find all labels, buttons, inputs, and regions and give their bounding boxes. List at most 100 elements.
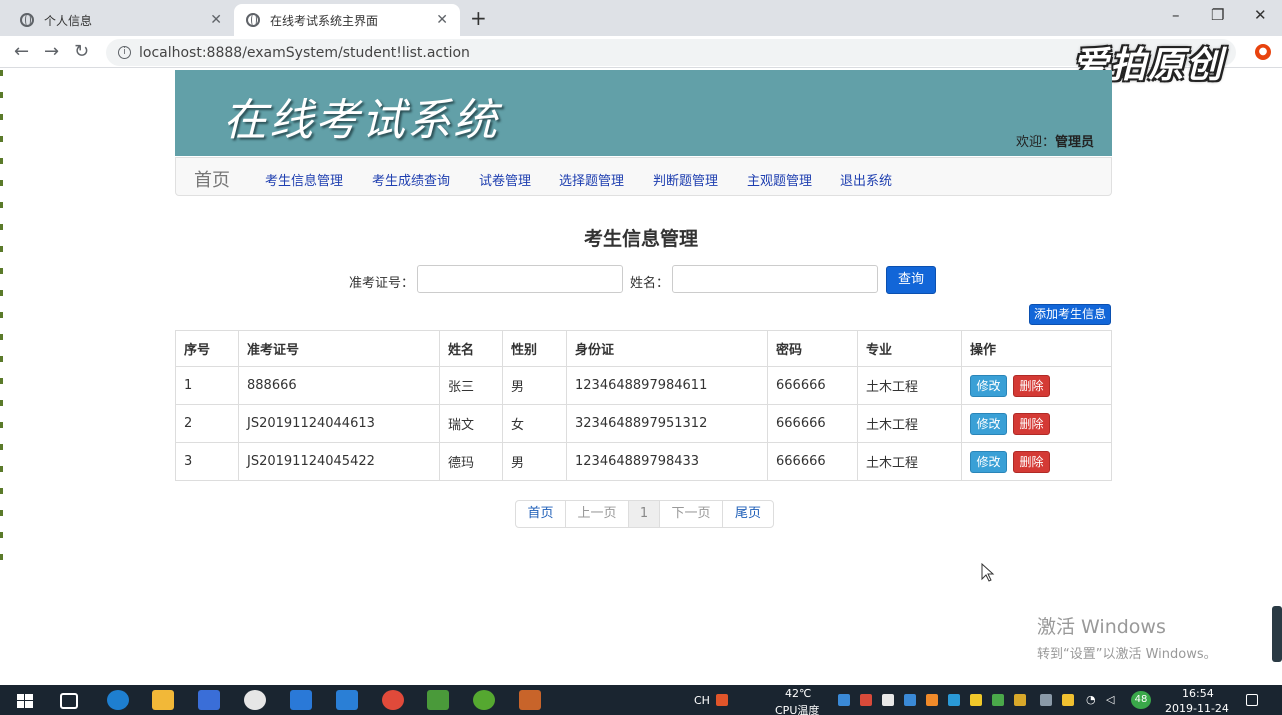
table-header-row: 序号 准考证号 姓名 性别 身份证 密码 专业 操作 (175, 330, 1112, 367)
editor-app-icon[interactable] (427, 690, 449, 710)
nav-judge-question[interactable]: 判断题管理 (653, 170, 718, 189)
nav-subjective-question[interactable]: 主观题管理 (747, 170, 812, 189)
shield-icon[interactable] (970, 694, 982, 706)
prev-page-link[interactable]: 上一页 (566, 501, 629, 527)
last-page-link[interactable]: 尾页 (723, 501, 773, 527)
delete-button[interactable]: 删除 (1013, 450, 1050, 473)
browser-tab-bar: 个人信息 ✕ 在线考试系统主界面 ✕ + – ❐ ✕ (0, 0, 1282, 36)
close-tab-icon[interactable]: ✕ (436, 12, 448, 28)
name-input[interactable] (672, 265, 878, 293)
tray-icon[interactable] (926, 694, 938, 706)
table-row: 1 888666 张三 男 1234648897984611 666666 土木… (175, 366, 1112, 405)
windows-taskbar: CH 42℃ CPU温度 ◔ ◁ 48 16:54 2019-11-24 (0, 685, 1282, 715)
exam-id-input[interactable] (417, 265, 623, 293)
lock-icon[interactable] (1062, 694, 1074, 706)
browser-app-icon[interactable] (107, 690, 129, 710)
name-label: 姓名： (630, 276, 670, 291)
tray-icon[interactable] (882, 694, 894, 706)
delete-button[interactable]: 删除 (1013, 412, 1050, 435)
tray-icon[interactable] (1014, 694, 1026, 706)
mouse-cursor-icon (981, 563, 995, 582)
vscode-icon[interactable] (336, 690, 358, 710)
first-page-link[interactable]: 首页 (516, 501, 566, 527)
globe-icon (246, 13, 260, 27)
page-title: 考生信息管理 (583, 228, 698, 250)
clock-date[interactable]: 2019-11-24 (1165, 702, 1229, 715)
app-icon[interactable] (519, 690, 541, 710)
app-icon[interactable] (244, 690, 266, 710)
extension-icon[interactable]: ● (1255, 44, 1271, 60)
new-tab-button[interactable]: + (470, 8, 487, 28)
app-icon[interactable] (473, 690, 495, 710)
maximize-button[interactable]: ❐ (1211, 6, 1224, 24)
background-window-edge (0, 70, 3, 570)
cell-id-card: 123464889798433 (566, 442, 768, 481)
cell-password: 666666 (767, 442, 858, 481)
tab-personal-info[interactable]: 个人信息 ✕ (8, 4, 234, 36)
cell-gender: 女 (502, 404, 567, 443)
nav-score-query[interactable]: 考生成绩查询 (372, 170, 450, 189)
cell-exam-id: JS20191124045422 (238, 442, 440, 481)
cell-major: 土木工程 (857, 442, 962, 481)
nav-choice-question[interactable]: 选择题管理 (559, 170, 624, 189)
tab-main-interface[interactable]: 在线考试系统主界面 ✕ (234, 4, 460, 36)
close-tab-icon[interactable]: ✕ (210, 12, 222, 28)
file-explorer-icon[interactable] (152, 690, 174, 710)
activation-subtitle: 转到“设置”以激活 Windows。 (1037, 647, 1217, 662)
tray-icon[interactable] (904, 694, 916, 706)
cell-name: 张三 (439, 366, 503, 405)
activation-title: 激活 Windows (1037, 616, 1166, 638)
tray-icon[interactable] (992, 694, 1004, 706)
input-method-icon[interactable] (716, 694, 728, 706)
cell-index: 3 (175, 442, 239, 481)
info-icon[interactable]: i (118, 46, 131, 59)
minimize-button[interactable]: – (1172, 6, 1180, 24)
tray-icon[interactable] (1040, 694, 1052, 706)
volume-icon[interactable]: ◁ (1106, 693, 1114, 706)
cell-index: 2 (175, 404, 239, 443)
next-page-link[interactable]: 下一页 (660, 501, 723, 527)
close-window-button[interactable]: ✕ (1254, 6, 1267, 24)
nav-paper-management[interactable]: 试卷管理 (479, 170, 531, 189)
edit-button[interactable]: 修改 (970, 374, 1007, 397)
app-icon[interactable] (198, 690, 220, 710)
windows-start-icon[interactable] (17, 694, 33, 708)
cell-exam-id: JS20191124044613 (238, 404, 440, 443)
add-student-button[interactable]: 添加考生信息 (1029, 304, 1111, 325)
url-text: localhost:8888/examSystem/student!list.a… (139, 44, 470, 61)
current-page: 1 (629, 501, 660, 527)
nav-logout[interactable]: 退出系统 (840, 170, 892, 189)
wifi-icon[interactable]: ◔ (1086, 693, 1096, 706)
tray-icon[interactable] (860, 694, 872, 706)
cell-name: 德玛 (439, 442, 503, 481)
ime-indicator[interactable]: CH (694, 694, 710, 707)
side-panel-edge (1272, 606, 1282, 662)
url-input[interactable]: i localhost:8888/examSystem/student!list… (106, 39, 1236, 66)
task-view-icon[interactable] (60, 693, 78, 709)
cell-gender: 男 (502, 366, 567, 405)
globe-icon (20, 13, 34, 27)
query-button[interactable]: 查询 (886, 266, 936, 294)
exam-id-label: 准考证号： (349, 276, 415, 291)
cpu-temp-label: CPU温度 (775, 704, 820, 715)
tray-icon[interactable] (948, 694, 960, 706)
table-row: 3 JS20191124045422 德玛 男 123464889798433 … (175, 442, 1112, 481)
clock-time[interactable]: 16:54 (1182, 687, 1214, 700)
back-button[interactable]: ← (14, 41, 29, 62)
table-row: 2 JS20191124044613 瑞文 女 3234648897951312… (175, 404, 1112, 443)
edit-button[interactable]: 修改 (970, 412, 1007, 435)
action-center-icon[interactable] (1246, 694, 1258, 706)
cell-index: 1 (175, 366, 239, 405)
pagination: 首页 上一页 1 下一页 尾页 (515, 500, 774, 528)
tray-icon[interactable] (838, 694, 850, 706)
notification-count-badge[interactable]: 48 (1131, 691, 1151, 709)
cell-id-card: 1234648897984611 (566, 366, 768, 405)
forward-button[interactable]: → (44, 41, 59, 62)
reload-button[interactable]: ↻ (74, 41, 89, 62)
nav-student-info[interactable]: 考生信息管理 (265, 170, 343, 189)
chrome-icon[interactable] (382, 690, 404, 710)
office-app-icon[interactable] (290, 690, 312, 710)
nav-home-brand[interactable]: 首页 (194, 166, 230, 192)
edit-button[interactable]: 修改 (970, 450, 1007, 473)
delete-button[interactable]: 删除 (1013, 374, 1050, 397)
